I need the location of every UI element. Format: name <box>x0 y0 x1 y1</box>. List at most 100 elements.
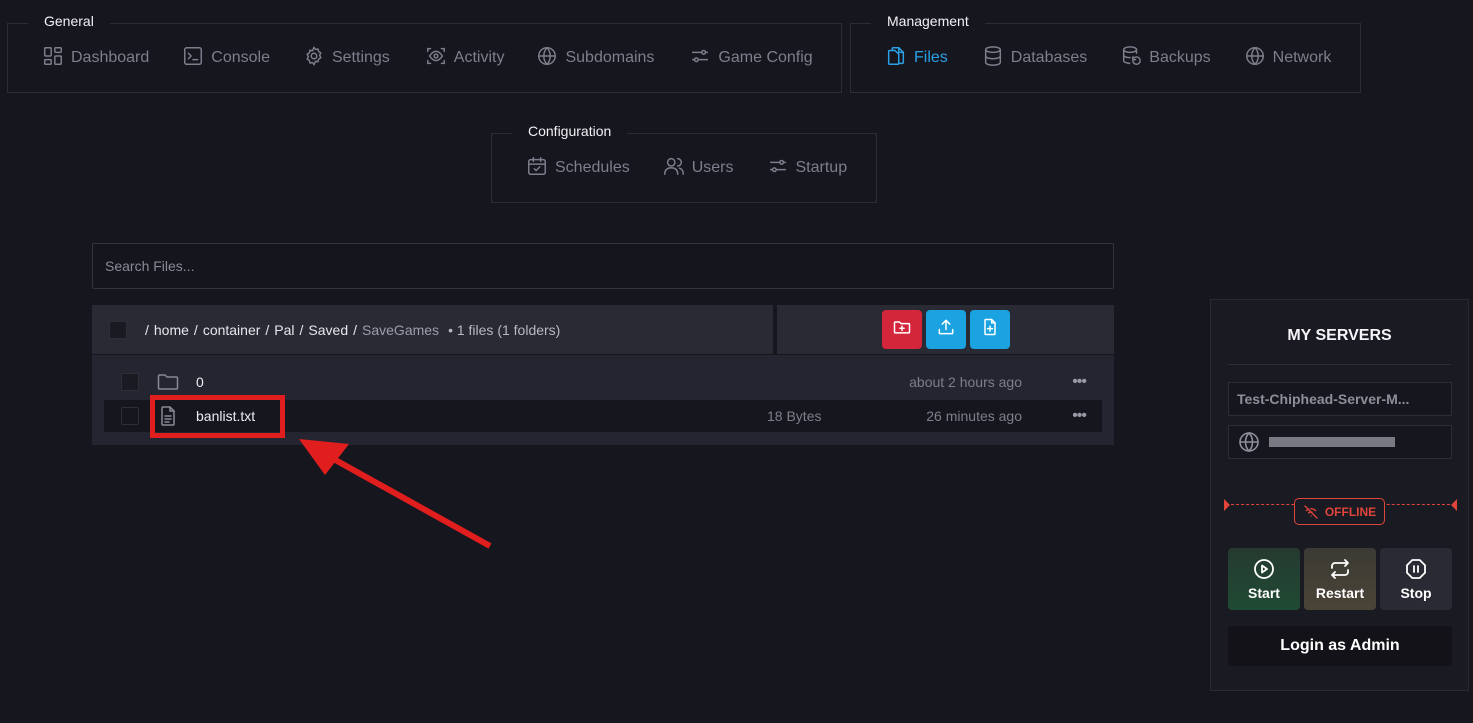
file-row[interactable]: 0 about 2 hours ago ••• <box>104 366 1102 398</box>
breadcrumb-current: SaveGames <box>362 321 440 338</box>
nav-item-console[interactable]: Console <box>182 45 270 72</box>
folder-icon <box>156 370 180 394</box>
panel-title: MY SERVERS <box>1287 327 1392 344</box>
calendar-check-icon <box>526 155 548 182</box>
upload-button[interactable] <box>925 310 966 349</box>
nav-item-label: Console <box>211 49 270 66</box>
activity-eye-icon <box>425 45 447 72</box>
globe-icon <box>536 45 558 72</box>
server-name-field[interactable]: Test-Chiphead-Server-M... <box>1228 382 1452 416</box>
files-icon <box>885 45 907 72</box>
breadcrumb-saved[interactable]: Saved <box>308 322 348 338</box>
more-options-button[interactable]: ••• <box>1072 407 1087 425</box>
file-modified: 26 minutes ago <box>926 408 1022 424</box>
select-all-checkbox[interactable] <box>109 320 127 339</box>
server-address-field[interactable] <box>1228 425 1452 459</box>
new-folder-button[interactable] <box>881 310 922 349</box>
nav-item-label: Subdomains <box>565 49 655 66</box>
nav-item-subdomains[interactable]: Subdomains <box>536 45 654 72</box>
status-text: OFFLINE <box>1324 504 1377 519</box>
start-button[interactable]: Start <box>1228 548 1300 610</box>
database-backup-icon <box>1120 45 1142 72</box>
dashboard-icon <box>42 45 64 72</box>
nav-item-label: Startup <box>795 159 848 176</box>
nav-group-management: Management Files Databases Backups Netwo… <box>850 9 1361 93</box>
nav-item-label: Databases <box>1010 49 1088 66</box>
sliders-icon <box>689 45 711 72</box>
globe-icon <box>1244 45 1266 72</box>
divider <box>1228 364 1451 365</box>
redacted-address <box>1269 437 1395 447</box>
nav-item-label: Backups <box>1149 49 1211 66</box>
file-name[interactable]: 0 <box>196 374 204 390</box>
breadcrumb-separator: / <box>193 321 198 338</box>
status-marker-left <box>1224 499 1230 511</box>
nav-item-startup[interactable]: Startup <box>767 155 848 182</box>
nav-item-label: Network <box>1272 49 1332 66</box>
file-actions-bar <box>777 305 1114 354</box>
nav-legend-general: General <box>28 9 110 35</box>
globe-icon <box>1237 430 1261 454</box>
file-size: 18 Bytes <box>767 408 822 424</box>
restart-label: Restart <box>1315 585 1365 601</box>
nav-item-label: Activity <box>453 49 505 66</box>
annotation-highlight-box <box>150 395 285 438</box>
nav-item-label: Dashboard <box>71 49 150 66</box>
nav-item-databases[interactable]: Databases <box>982 45 1088 72</box>
nav-item-network[interactable]: Network <box>1244 45 1332 72</box>
nav-item-game-config[interactable]: Game Config <box>689 45 813 72</box>
gear-icon <box>303 45 325 72</box>
nav-legend-configuration: Configuration <box>512 119 628 145</box>
stop-label: Stop <box>1400 585 1432 601</box>
breadcrumb-container[interactable]: container <box>203 322 261 338</box>
nav-item-label: Schedules <box>555 159 630 176</box>
terminal-icon <box>182 45 204 72</box>
search-files-input[interactable] <box>92 243 1114 289</box>
stop-octagon-icon <box>1404 557 1428 581</box>
file-browser-header: / home / container / Pal / Saved / SaveG… <box>92 305 773 354</box>
server-name: Test-Chiphead-Server-M... <box>1237 391 1410 407</box>
nav-item-activity[interactable]: Activity <box>425 45 505 72</box>
nav-item-users[interactable]: Users <box>663 155 734 182</box>
folder-plus-icon <box>892 317 912 342</box>
server-status-badge: OFFLINE <box>1294 498 1385 525</box>
row-checkbox[interactable] <box>121 373 139 391</box>
nav-item-label: Users <box>691 159 734 176</box>
more-options-button[interactable]: ••• <box>1072 373 1087 391</box>
breadcrumb-separator: / <box>265 321 270 338</box>
new-file-button[interactable] <box>969 310 1010 349</box>
breadcrumb-home[interactable]: home <box>154 322 189 338</box>
nav-item-label: Settings <box>331 49 390 66</box>
play-icon <box>1252 557 1276 581</box>
nav-item-files[interactable]: Files <box>885 45 948 72</box>
nav-item-settings[interactable]: Settings <box>303 45 390 72</box>
file-plus-icon <box>980 317 1000 342</box>
restart-button[interactable]: Restart <box>1304 548 1376 610</box>
nav-item-schedules[interactable]: Schedules <box>526 155 630 182</box>
annotation-arrow <box>299 439 492 549</box>
nav-group-configuration: Configuration Schedules Users Startup <box>491 119 877 203</box>
start-label: Start <box>1248 585 1280 601</box>
upload-icon <box>936 317 956 342</box>
breadcrumb-separator: / <box>353 321 358 338</box>
users-icon <box>663 155 685 182</box>
stop-button[interactable]: Stop <box>1380 548 1452 610</box>
repeat-icon <box>1328 557 1352 581</box>
wifi-off-icon <box>1303 504 1319 520</box>
login-as-admin-button[interactable]: Login as Admin <box>1228 626 1452 666</box>
status-marker-right <box>1451 499 1457 511</box>
database-icon <box>982 45 1004 72</box>
breadcrumb-separator: / <box>299 321 304 338</box>
my-servers-panel: MY SERVERS Test-Chiphead-Server-M... OFF… <box>1210 299 1469 691</box>
nav-group-general: General Dashboard Console Settings Activ… <box>7 9 842 93</box>
nav-item-backups[interactable]: Backups <box>1120 45 1211 72</box>
file-modified: about 2 hours ago <box>909 374 1022 390</box>
breadcrumb-root[interactable]: / <box>145 322 149 338</box>
nav-item-dashboard[interactable]: Dashboard <box>42 45 149 72</box>
row-checkbox[interactable] <box>121 407 139 425</box>
nav-item-label: Game Config <box>718 49 813 66</box>
sliders-icon <box>767 155 789 182</box>
nav-item-label: Files <box>914 49 948 66</box>
nav-legend-management: Management <box>871 9 985 35</box>
breadcrumb-pal[interactable]: Pal <box>274 322 294 338</box>
